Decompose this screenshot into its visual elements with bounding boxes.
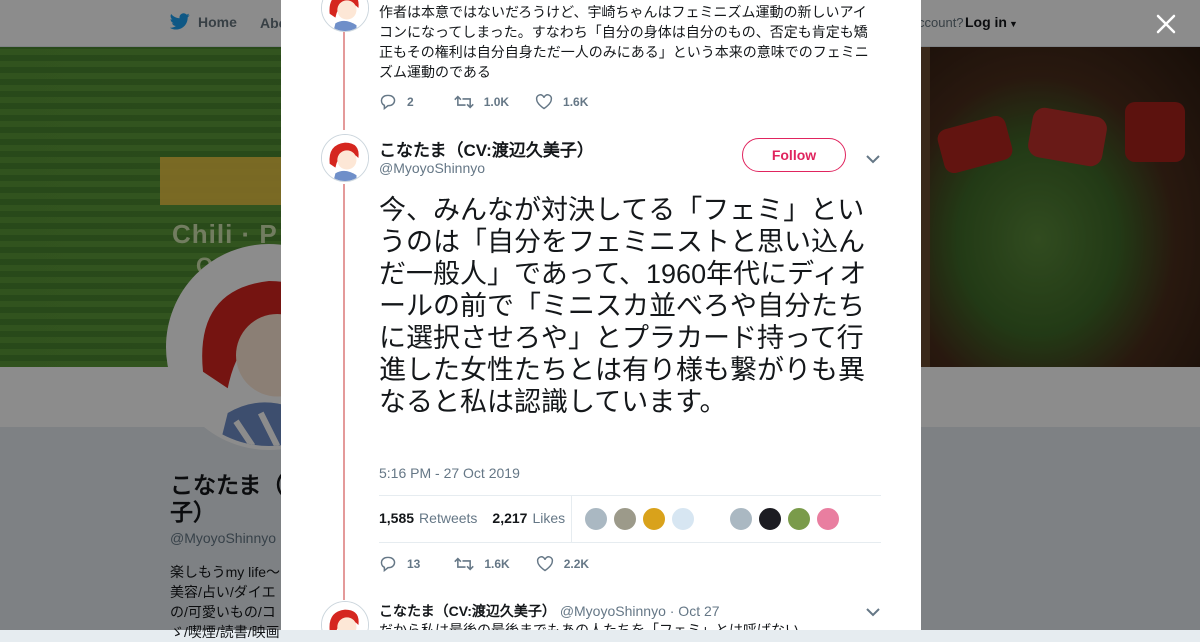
liker-avatar[interactable] (671, 507, 695, 531)
reply-icon (380, 94, 396, 110)
follow-button[interactable]: Follow (742, 138, 846, 172)
tweet-text: 今、みんなが対決してる「フェミ」というのは「自分をフェミニストと思い込んだ一般人… (379, 195, 867, 417)
reply-button[interactable]: 2 (379, 94, 414, 110)
next-tweet-text: だから私は最後の最後までもあの人たちを「フェミ」とは呼ばない (379, 622, 799, 630)
avatar[interactable] (321, 134, 369, 182)
retweet-count: 1.6K (484, 557, 510, 571)
liker-avatar[interactable] (613, 507, 637, 531)
avatar-illustration (322, 135, 368, 181)
tweet-actions: 13 1.6K 2.2K (379, 556, 615, 572)
prev-tweet-text: 作者は本意ではないだろうけど、宇崎ちゃんはフェミニズム運動の新しいアイコンになっ… (379, 4, 869, 80)
tweet-menu-button[interactable] (866, 151, 880, 169)
liker-avatar[interactable] (584, 507, 608, 531)
avatar[interactable] (321, 0, 369, 32)
liker-avatar[interactable] (642, 507, 666, 531)
divider (379, 542, 881, 543)
liker-avatar[interactable] (758, 507, 782, 531)
next-tweet-author-name[interactable]: こなたま（CV:渡辺久美子） (379, 603, 556, 619)
like-total: 2,217 (492, 510, 528, 526)
tweet-author-handle[interactable]: @MyoyoShinnyo (379, 160, 485, 176)
like-button[interactable]: 2.2K (536, 556, 589, 572)
close-icon (1156, 14, 1176, 34)
prev-tweet-actions: 2 1.0K 1.6K (379, 94, 614, 110)
retweets-label[interactable]: Retweets (419, 510, 477, 526)
reply-count: 2 (407, 95, 414, 109)
tweet-author-name[interactable]: こなたま（CV:渡辺久美子） (379, 136, 594, 161)
thread-line (343, 184, 345, 600)
like-button[interactable]: 1.6K (535, 94, 588, 110)
retweet-count: 1.0K (483, 95, 510, 109)
liker-avatar[interactable] (816, 507, 840, 531)
retweet-icon (453, 95, 474, 109)
close-button[interactable] (1152, 10, 1180, 38)
avatar-illustration (322, 602, 368, 630)
chevron-down-icon (866, 608, 880, 617)
retweet-total: 1,585 (379, 510, 415, 526)
liker-avatar[interactable] (729, 507, 753, 531)
avatar[interactable] (321, 601, 369, 630)
retweet-button[interactable]: 1.0K (453, 94, 510, 110)
next-tweet-author-handle[interactable]: @MyoyoShinnyo (560, 603, 666, 619)
reply-count: 13 (407, 557, 421, 571)
tweet-timestamp[interactable]: 5:16 PM - 27 Oct 2019 (379, 465, 520, 481)
reply-button[interactable]: 13 (379, 556, 420, 572)
thread-line (343, 30, 345, 130)
stats-divider (571, 496, 572, 542)
chevron-down-icon (866, 155, 880, 164)
like-icon (535, 94, 553, 110)
tweet-menu-button[interactable] (866, 604, 880, 622)
retweet-icon (454, 557, 475, 571)
avatar-illustration (322, 0, 368, 31)
like-count: 1.6K (563, 95, 589, 109)
like-icon (536, 556, 553, 572)
next-tweet-date[interactable]: · Oct 27 (670, 603, 720, 619)
next-tweet-header: こなたま（CV:渡辺久美子） @MyoyoShinnyo · Oct 27 (379, 601, 720, 621)
liker-avatar[interactable] (787, 507, 811, 531)
likes-label[interactable]: Likes (532, 510, 565, 526)
tweet-modal: 作者は本意ではないだろうけど、宇崎ちゃんはフェミニズム運動の新しいアイコンになっ… (281, 0, 921, 630)
retweet-button[interactable]: 1.6K (454, 556, 510, 572)
like-count: 2.2K (563, 557, 590, 571)
divider (379, 495, 881, 496)
reply-icon (380, 556, 396, 572)
tweet-stats: 1,585 Retweets 2,217 Likes (379, 510, 565, 526)
